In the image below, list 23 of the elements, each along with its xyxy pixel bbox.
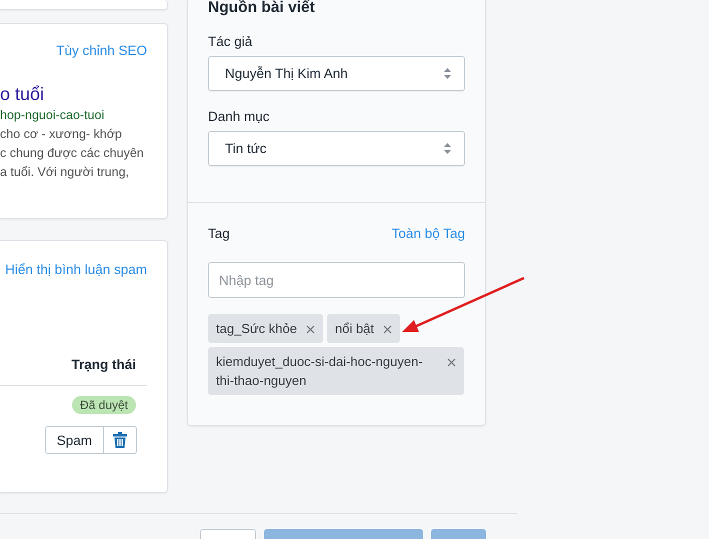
- select-field[interactable]: Nguyễn Thị Kim Anh: [208, 56, 465, 91]
- status-badge: Đã duyệt: [72, 396, 136, 414]
- tag-label: nổi bật: [334, 320, 374, 338]
- spam-button[interactable]: Spam: [44, 426, 104, 454]
- section-title: Nguồn bài viết: [208, 0, 316, 16]
- field-label: Tag: [208, 226, 230, 241]
- column-header: Trạng thái: [71, 357, 136, 372]
- select-field[interactable]: Tin tức: [208, 131, 465, 166]
- field-label: Danh mục: [208, 109, 271, 124]
- field-label: Tác giả: [208, 34, 254, 49]
- delete-button[interactable]: [104, 426, 137, 454]
- tag-input[interactable]: Nhập tag: [208, 262, 465, 298]
- close-icon[interactable]: [447, 358, 456, 367]
- sort-icon: [444, 143, 451, 154]
- preview-title: o tuổi: [0, 83, 46, 105]
- sort-icon: [444, 68, 451, 79]
- preview-url: hop-nguoi-cao-tuoi: [0, 107, 106, 124]
- close-icon[interactable]: [306, 325, 315, 334]
- tag-label: kiemduyet_duoc-si-dai-hoc-nguyen-thi-thao-nguyen: [216, 353, 424, 390]
- close-icon[interactable]: [383, 325, 392, 334]
- preview-description: cho cơ - xương- khớp c chung được các chuyên a tuổi. Với người trung,: [0, 126, 145, 181]
- trash-icon: [113, 432, 127, 448]
- tag-label: tag_Sức khỏe: [216, 320, 297, 338]
